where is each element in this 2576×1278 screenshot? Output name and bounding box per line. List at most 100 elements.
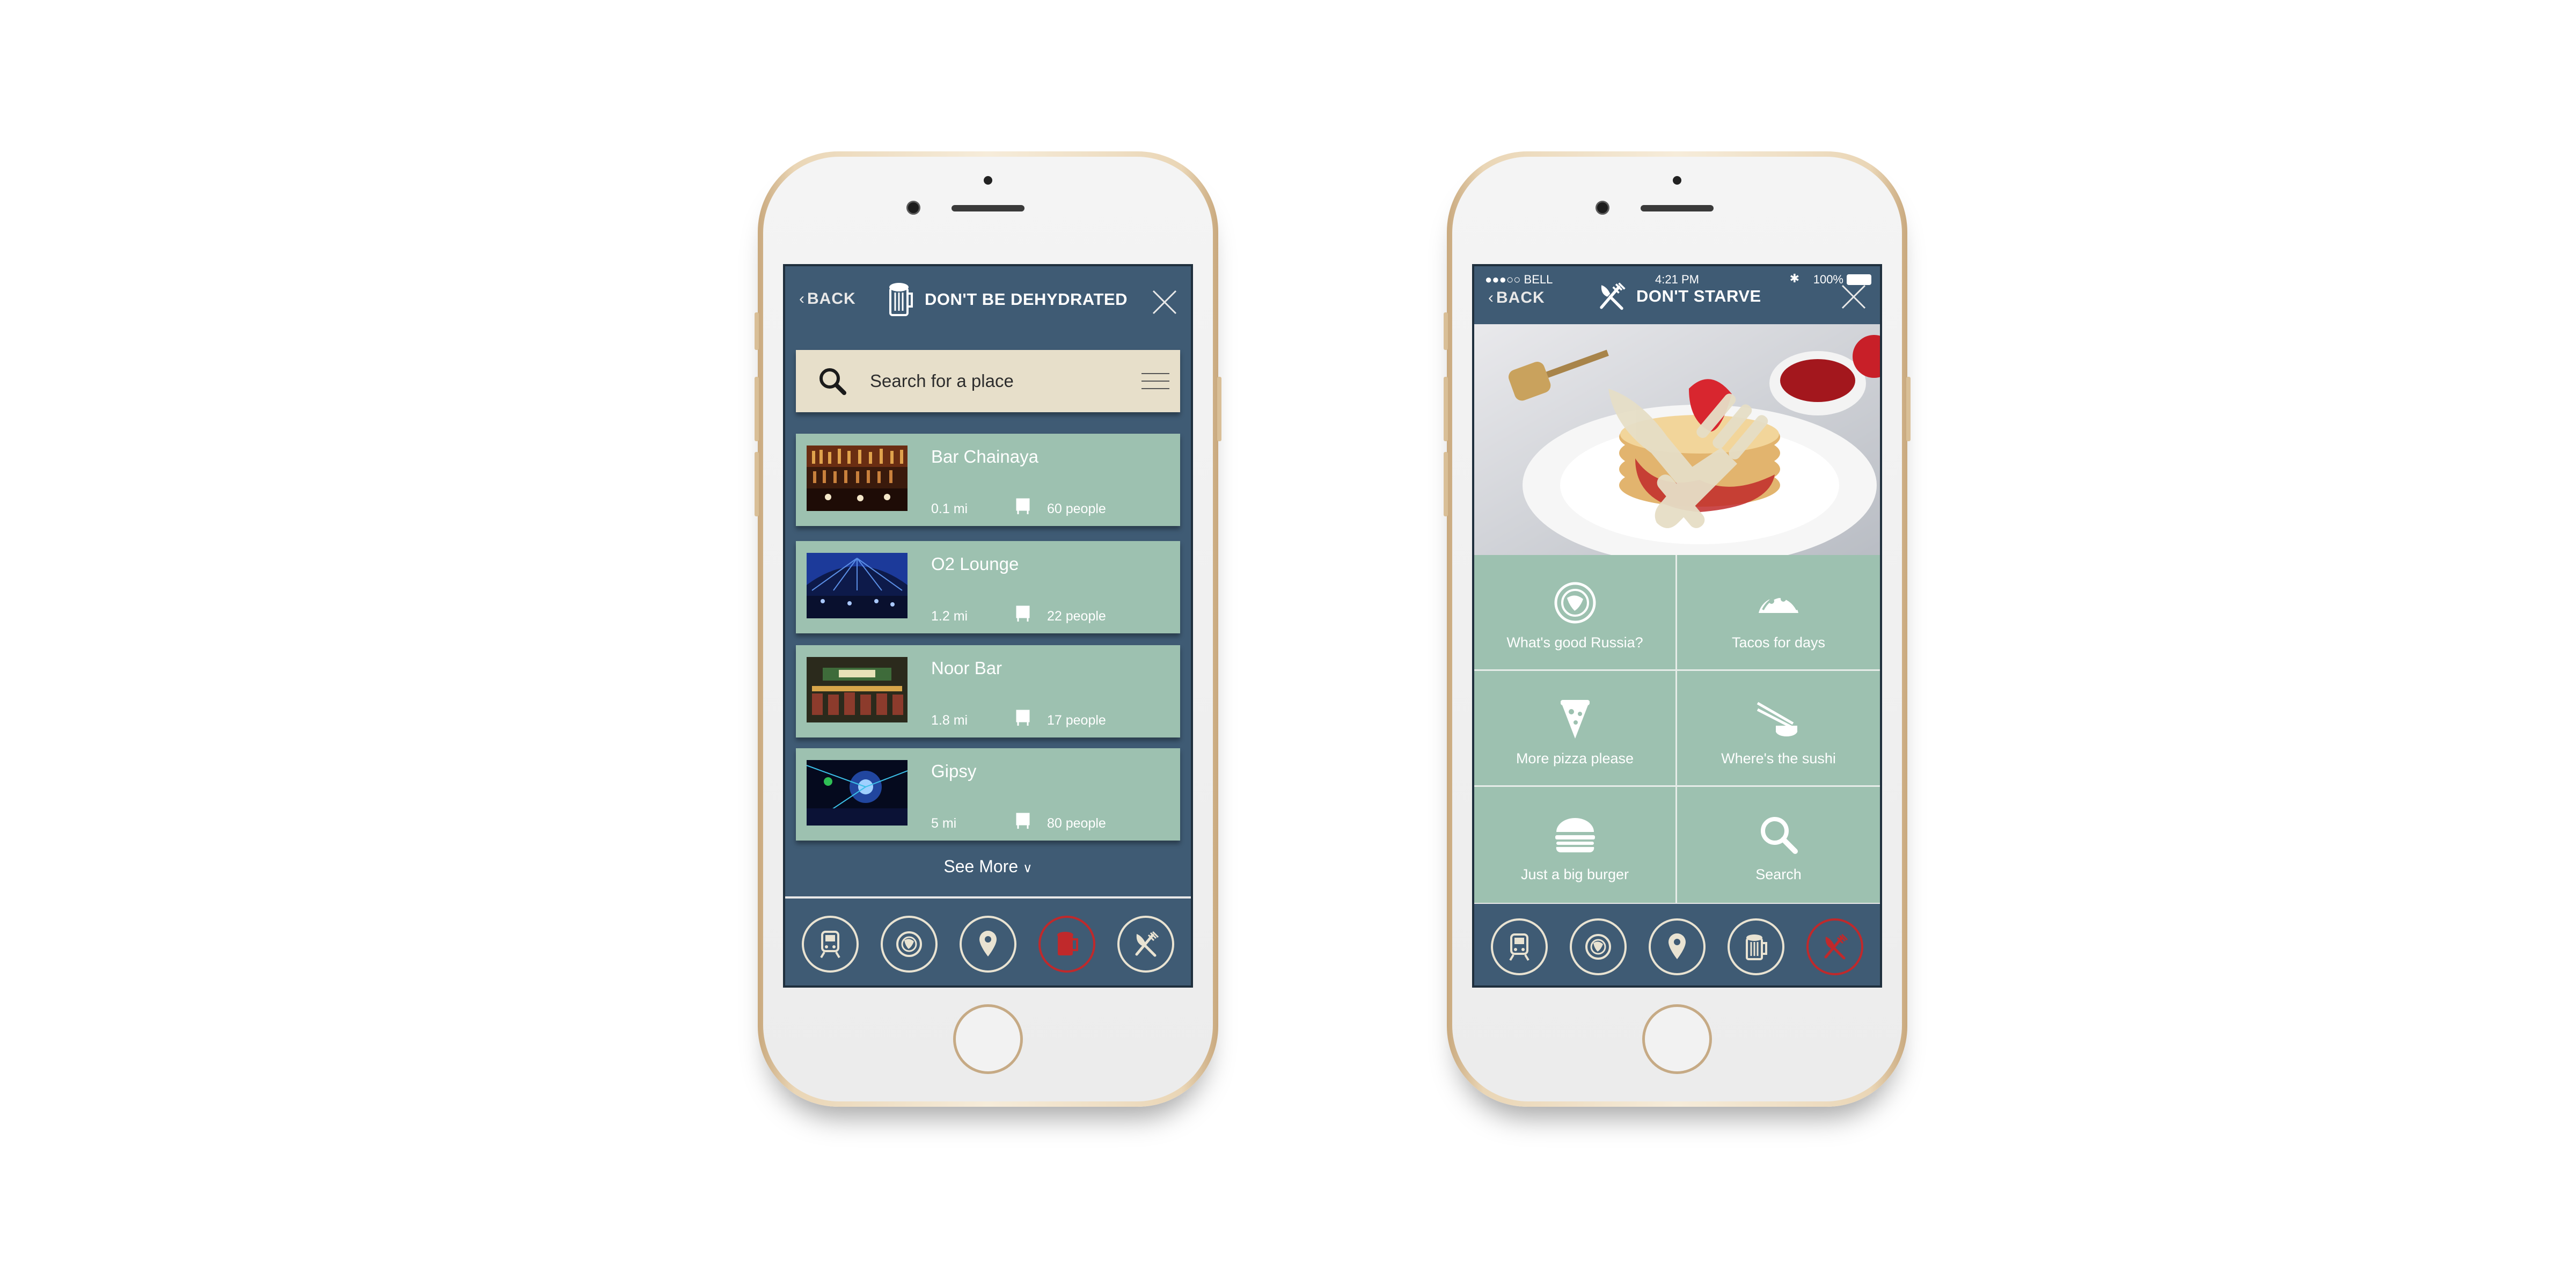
screen-dont-be-dehydrated: ‹ BACK DON'T BE DEHYDRATED Search for a … — [783, 264, 1193, 988]
top-bar: ‹ BACK DON'T BE DEHYDRATED — [785, 266, 1191, 336]
back-button[interactable]: ‹ BACK — [799, 290, 856, 308]
place-photo — [807, 553, 908, 618]
place-photo — [807, 657, 908, 722]
place-name: O2 Lounge — [931, 554, 1019, 574]
nav-location-button[interactable] — [959, 916, 1016, 973]
volume-down-button — [755, 452, 759, 516]
earpiece-speaker — [1641, 205, 1714, 211]
burger-icon — [1555, 818, 1595, 853]
sushi-chopsticks-icon — [1757, 702, 1797, 736]
location-pin-icon — [1668, 933, 1686, 959]
place-card[interactable]: Noor Bar 1.8 mi 17 people — [796, 645, 1180, 737]
earpiece-speaker — [952, 205, 1024, 211]
train-icon — [1509, 933, 1529, 961]
power-button — [1906, 377, 1911, 441]
close-icon[interactable] — [1150, 288, 1179, 317]
place-distance: 5 mi — [931, 816, 957, 831]
globe-icon — [1585, 934, 1611, 960]
place-photo — [807, 446, 908, 511]
mute-switch — [755, 312, 759, 350]
globe-icon — [1554, 582, 1596, 624]
front-camera — [906, 201, 920, 215]
place-card[interactable]: O2 Lounge 1.2 mi 22 people — [796, 541, 1180, 633]
proximity-sensor — [1673, 176, 1681, 185]
category-label: Where's the sushi — [1721, 750, 1836, 766]
beer-mug-icon — [889, 283, 913, 316]
category-tile-sushi[interactable]: Where's the sushi — [1677, 671, 1880, 787]
nav-globe-button[interactable] — [880, 916, 938, 973]
category-tile-search[interactable]: Search — [1677, 787, 1880, 903]
place-capacity: 17 people — [1047, 713, 1106, 728]
bottom-nav — [1474, 904, 1880, 985]
page-title: DON'T BE DEHYDRATED — [925, 290, 1128, 309]
back-button[interactable]: ‹ BACK — [1488, 289, 1545, 307]
category-label: Tacos for days — [1731, 634, 1826, 651]
page-title: DON'T STARVE — [1636, 287, 1761, 305]
nav-location-button[interactable] — [1648, 918, 1706, 975]
home-button — [953, 1004, 1023, 1074]
pancakes-photo — [1474, 324, 1880, 555]
pizza-slice-icon — [1560, 700, 1590, 739]
nav-train-button[interactable] — [801, 916, 859, 973]
see-more-link[interactable]: See More ∨ — [785, 857, 1191, 877]
place-capacity: 22 people — [1047, 609, 1106, 624]
see-more-label: See More — [943, 857, 1019, 876]
place-photo — [807, 760, 908, 826]
place-card[interactable]: Bar Chainaya 0.1 mi 60 people — [796, 434, 1180, 526]
title-group: DON'T STARVE — [1597, 277, 1761, 316]
place-distance: 0.1 mi — [931, 501, 968, 516]
category-tile-pizza[interactable]: More pizza please — [1474, 671, 1677, 787]
screen-dont-starve: ●●●○○ BELL 4:21 PM ✱ 100% ‹ BACK DON'T ST… — [1472, 264, 1882, 988]
nav-train-button[interactable] — [1490, 918, 1548, 975]
chevron-left-icon: ‹ — [1488, 289, 1494, 306]
volume-up-button — [755, 377, 759, 441]
chair-icon — [1016, 605, 1030, 622]
train-icon — [819, 931, 840, 959]
place-capacity: 60 people — [1047, 501, 1106, 516]
fork-knife-icon — [1135, 931, 1159, 957]
home-button — [1642, 1004, 1712, 1074]
search-input[interactable]: Search for a place — [870, 371, 1140, 391]
filter-menu-icon[interactable] — [1140, 370, 1170, 392]
bottom-nav — [785, 899, 1191, 985]
nav-food-button[interactable] — [1117, 916, 1175, 973]
category-tile-russia[interactable]: What's good Russia? — [1474, 555, 1677, 671]
phone-mockup-left: ‹ BACK DON'T BE DEHYDRATED Search for a … — [755, 151, 1221, 1107]
title-group: DON'T BE DEHYDRATED — [887, 280, 1128, 319]
mute-switch — [1444, 312, 1448, 350]
category-grid: What's good Russia? Tacos for days More … — [1474, 555, 1880, 903]
fork-knife-icon — [1824, 933, 1848, 960]
power-button — [1217, 377, 1221, 441]
volume-up-button — [1444, 377, 1448, 441]
search-bar[interactable]: Search for a place — [796, 350, 1180, 412]
phone-mockup-right: ●●●○○ BELL 4:21 PM ✱ 100% ‹ BACK DON'T ST… — [1444, 151, 1911, 1107]
beer-mug-icon — [1057, 932, 1079, 955]
category-tile-tacos[interactable]: Tacos for days — [1677, 555, 1880, 671]
category-tile-burger[interactable]: Just a big burger — [1474, 787, 1677, 903]
proximity-sensor — [984, 176, 992, 185]
category-label: Search — [1755, 866, 1802, 882]
taco-icon — [1759, 595, 1798, 613]
place-name: Gipsy — [931, 761, 977, 781]
back-label: BACK — [1496, 289, 1545, 306]
location-pin-icon — [979, 931, 997, 956]
double-chevron-down-icon: ∨ — [1023, 861, 1033, 875]
place-name: Noor Bar — [931, 658, 1002, 678]
search-icon — [1761, 817, 1798, 854]
place-distance: 1.8 mi — [931, 713, 968, 728]
place-card[interactable]: Gipsy 5 mi 80 people — [796, 748, 1180, 841]
search-icon — [819, 368, 846, 395]
category-label: Just a big burger — [1520, 866, 1629, 882]
front-camera — [1596, 201, 1609, 215]
nav-globe-button[interactable] — [1569, 918, 1627, 975]
place-capacity: 80 people — [1047, 816, 1106, 831]
nav-drinks-button[interactable] — [1038, 916, 1096, 973]
beer-mug-icon — [1746, 934, 1768, 960]
nav-drinks-button[interactable] — [1728, 918, 1785, 975]
category-label: What's good Russia? — [1506, 634, 1643, 651]
close-icon[interactable] — [1839, 282, 1868, 311]
back-label: BACK — [807, 290, 856, 308]
nav-food-button[interactable] — [1806, 918, 1864, 975]
chevron-left-icon: ‹ — [799, 290, 805, 308]
category-label: More pizza please — [1516, 750, 1634, 766]
